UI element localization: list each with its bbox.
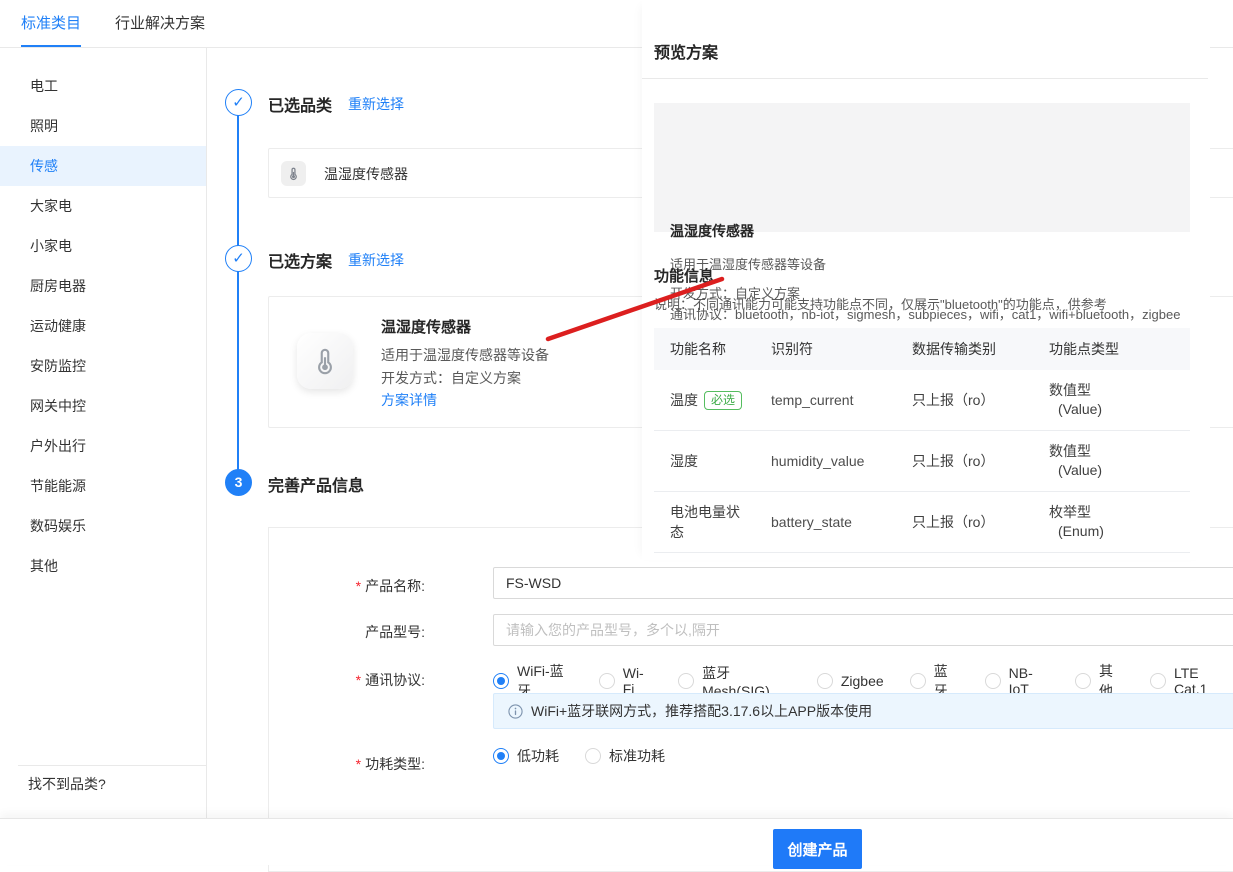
solution-dev-mode: 开发方式：自定义方案 (381, 368, 521, 388)
thermometer-icon (281, 161, 306, 186)
sidebar-item-small-appliance[interactable]: 小家电 (0, 226, 206, 266)
radio-icon (817, 673, 833, 689)
required-mark: * (356, 756, 361, 772)
col-function-name: 功能名称 (670, 339, 771, 359)
radio-icon (985, 673, 1001, 689)
required-mark: * (356, 672, 361, 688)
cell-identifier: battery_state (771, 514, 912, 530)
cell-identifier: temp_current (771, 392, 912, 408)
cell-name: 温度必选 (670, 390, 771, 410)
radio-icon (585, 748, 601, 764)
category-sidebar: 电工 照明 传感 大家电 小家电 厨房电器 运动健康 安防监控 网关中控 户外出… (0, 48, 207, 820)
product-name-label: *产品名称: (215, 576, 425, 596)
step2-reselect-link[interactable]: 重新选择 (348, 250, 404, 270)
col-dp-type: 功能点类型 (1049, 339, 1190, 359)
step-connector-line (237, 103, 239, 483)
active-tab-underline (21, 45, 81, 47)
preview-divider (642, 78, 1208, 79)
function-info-note: 说明：不同通讯能力可能支持功能点不同，仅展示"bluetooth"的功能点，供参… (654, 294, 1107, 313)
tab-standard-category-label: 标准类目 (21, 15, 81, 32)
protocol-label: *通讯协议: (215, 670, 425, 690)
tab-industry-solution-label: 行业解决方案 (115, 15, 205, 32)
category-list: 电工 照明 传感 大家电 小家电 厨房电器 运动健康 安防监控 网关中控 户外出… (0, 66, 206, 586)
step1-reselect-link[interactable]: 重新选择 (348, 94, 404, 114)
sidebar-item-sport-health[interactable]: 运动健康 (0, 306, 206, 346)
power-type-label: *功耗类型: (215, 754, 425, 774)
product-model-input[interactable] (493, 614, 1233, 646)
power-type-radio-group: 低功耗 标准功耗 (493, 746, 691, 766)
radio-low-power[interactable]: 低功耗 (493, 746, 559, 766)
create-product-button[interactable]: 创建产品 (773, 829, 862, 869)
sidebar-item-kitchen-appliance[interactable]: 厨房电器 (0, 266, 206, 306)
solution-description: 适用于温湿度传感器等设备 (381, 345, 549, 365)
sidebar-item-lighting[interactable]: 照明 (0, 106, 206, 146)
required-mark: * (356, 578, 361, 594)
radio-icon (599, 673, 615, 689)
cannot-find-category-link[interactable]: 找不到品类? (28, 774, 106, 794)
radio-icon (678, 673, 694, 689)
required-badge: 必选 (704, 391, 742, 410)
protocol-hint-text: WiFi+蓝牙联网方式，推荐搭配3.17.6以上APP版本使用 (531, 701, 872, 721)
cell-dp-type: 数值型(Value) (1049, 442, 1190, 480)
cell-dp-type: 数值型(Value) (1049, 381, 1190, 419)
sidebar-item-security-monitor[interactable]: 安防监控 (0, 346, 206, 386)
sidebar-item-outdoor-travel[interactable]: 户外出行 (0, 426, 206, 466)
col-transfer-type: 数据传输类别 (912, 339, 1049, 359)
table-row: 温度必选 temp_current 只上报（ro） 数值型(Value) (654, 370, 1190, 431)
radio-icon (1150, 673, 1166, 689)
sidebar-item-digital-entertainment[interactable]: 数码娱乐 (0, 506, 206, 546)
sidebar-item-large-appliance[interactable]: 大家电 (0, 186, 206, 226)
radio-zigbee[interactable]: Zigbee (817, 673, 884, 689)
col-identifier: 识别符 (771, 339, 912, 359)
selected-category-name: 温湿度传感器 (324, 149, 408, 199)
step1-check-icon: ✓ (225, 89, 252, 116)
radio-selected-icon (493, 748, 509, 764)
preview-summary-box: 温湿度传感器 适用于温湿度传感器等设备 开发方式：自定义方案 通讯协议：blue… (654, 103, 1190, 232)
sidebar-item-gateway-control[interactable]: 网关中控 (0, 386, 206, 426)
cell-name: 湿度 (670, 451, 771, 471)
cell-transfer: 只上报（ro） (912, 512, 1049, 532)
table-row: 湿度 humidity_value 只上报（ro） 数值型(Value) (654, 431, 1190, 492)
sidebar-item-others[interactable]: 其他 (0, 546, 206, 586)
function-table: 功能名称 识别符 数据传输类别 功能点类型 温度必选 temp_current … (654, 328, 1190, 553)
sidebar-item-electrician[interactable]: 电工 (0, 66, 206, 106)
solution-detail-link[interactable]: 方案详情 (381, 390, 437, 410)
sidebar-item-energy-saving[interactable]: 节能能源 (0, 466, 206, 506)
function-table-header: 功能名称 识别符 数据传输类别 功能点类型 (654, 328, 1190, 370)
cell-name: 电池电量状态 (670, 502, 771, 542)
step2-title: 已选方案 (268, 248, 332, 272)
solution-name: 温湿度传感器 (381, 316, 471, 337)
step3-number-badge: 3 (225, 469, 252, 496)
sidebar-item-sensor[interactable]: 传感 (0, 146, 206, 186)
radio-icon (910, 673, 926, 689)
footer-bar: 创建产品 (0, 818, 1233, 865)
tab-standard-category[interactable]: 标准类目 (21, 0, 81, 47)
preview-solution-name: 温湿度传感器 (670, 221, 754, 241)
radio-selected-icon (493, 673, 509, 689)
preview-title: 预览方案 (654, 39, 718, 63)
step2-check-icon: ✓ (225, 245, 252, 272)
step1-title: 已选品类 (268, 92, 332, 116)
info-icon (508, 704, 523, 719)
radio-icon (1075, 673, 1091, 689)
product-model-label: 产品型号: (215, 622, 425, 642)
table-row: 电池电量状态 battery_state 只上报（ro） 枚举型(Enum) (654, 492, 1190, 553)
cell-transfer: 只上报（ro） (912, 390, 1049, 410)
thermometer-icon (297, 333, 353, 389)
product-name-input[interactable] (493, 567, 1233, 599)
tab-industry-solution[interactable]: 行业解决方案 (115, 0, 205, 47)
radio-standard-power[interactable]: 标准功耗 (585, 746, 665, 766)
preview-solution-panel: 预览方案 温湿度传感器 适用于温湿度传感器等设备 开发方式：自定义方案 通讯协议… (642, 0, 1210, 560)
step3-title: 完善产品信息 (268, 472, 364, 496)
function-info-heading: 功能信息 (654, 265, 714, 286)
sidebar-divider (18, 765, 206, 766)
cell-dp-type: 枚举型(Enum) (1049, 503, 1190, 541)
cell-transfer: 只上报（ro） (912, 451, 1049, 471)
protocol-hint-banner: WiFi+蓝牙联网方式，推荐搭配3.17.6以上APP版本使用 (493, 693, 1233, 729)
cell-identifier: humidity_value (771, 453, 912, 469)
